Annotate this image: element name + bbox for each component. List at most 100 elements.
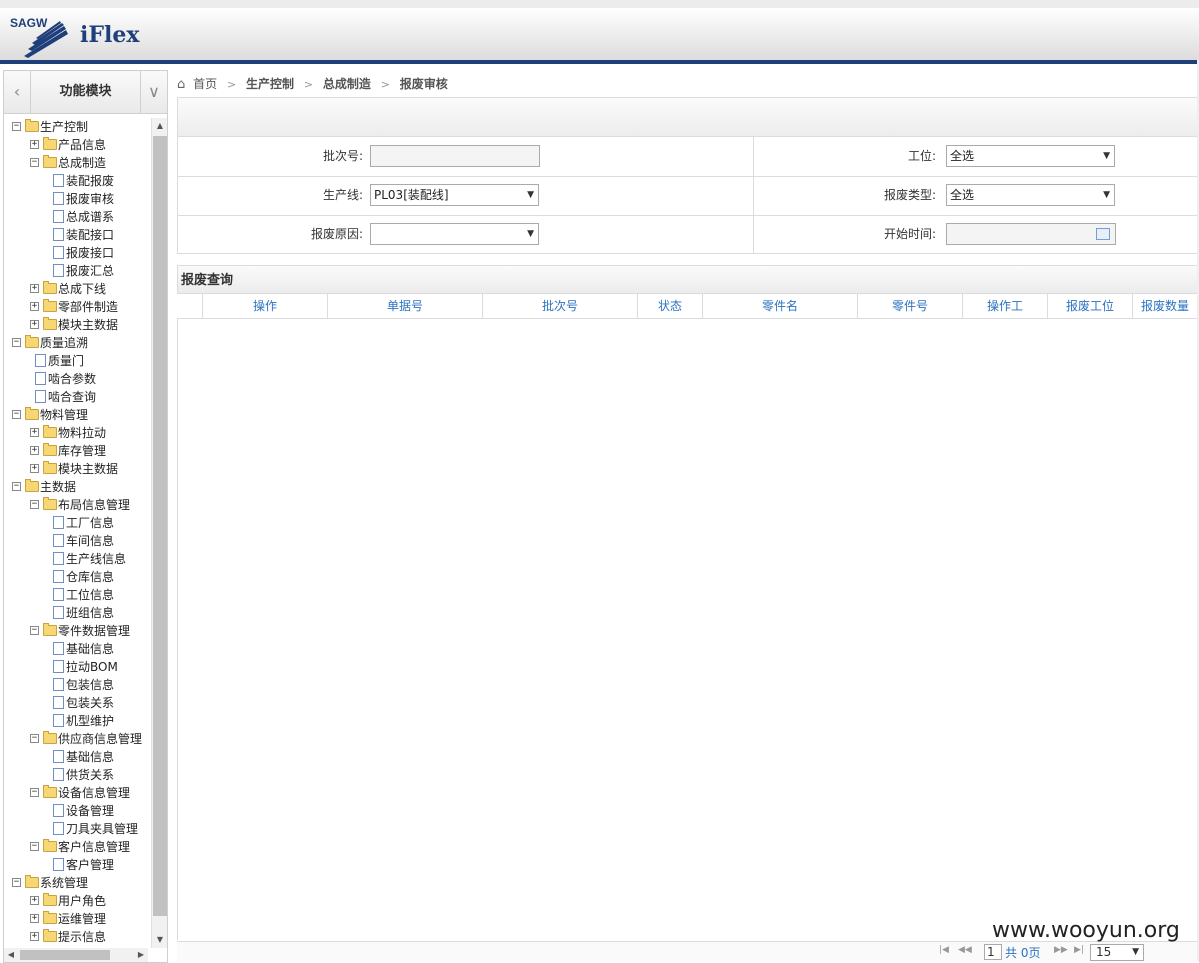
batch-input[interactable] [370, 145, 540, 167]
collapse-toggle-icon[interactable]: − [30, 626, 39, 635]
collapse-toggle-icon[interactable]: − [30, 734, 39, 743]
start-time-input[interactable] [946, 223, 1116, 245]
expand-toggle-icon[interactable]: + [30, 284, 39, 293]
sidebar-item[interactable]: 客户管理 [4, 856, 148, 874]
column-header[interactable]: 零件名 [703, 294, 858, 318]
sidebar-item[interactable]: − 系统管理 [4, 874, 148, 892]
expand-toggle-icon[interactable]: + [30, 320, 39, 329]
collapse-toggle-icon[interactable]: − [12, 410, 21, 419]
collapse-toggle-icon[interactable]: − [12, 122, 21, 131]
collapse-toggle-icon[interactable]: − [30, 158, 39, 167]
last-page-icon[interactable]: ▶| [1074, 945, 1084, 955]
scrap-type-select[interactable]: 全选 ▼ [946, 184, 1115, 206]
column-header[interactable]: 单据号 [328, 294, 483, 318]
scroll-down-icon[interactable]: ▼ [152, 932, 167, 948]
sidebar-item[interactable]: 报废汇总 [4, 262, 148, 280]
sidebar-item[interactable]: 设备管理 [4, 802, 148, 820]
column-header[interactable]: 批次号 [483, 294, 638, 318]
sidebar-item[interactable]: 班组信息 [4, 604, 148, 622]
sidebar-item[interactable]: − 物料管理 [4, 406, 148, 424]
expand-toggle-icon[interactable]: + [30, 464, 39, 473]
sidebar-item[interactable]: − 供应商信息管理 [4, 730, 148, 748]
sidebar-item[interactable]: − 布局信息管理 [4, 496, 148, 514]
sidebar-item[interactable]: 啮合参数 [4, 370, 148, 388]
collapse-toggle-icon[interactable]: − [30, 788, 39, 797]
sidebar-item[interactable]: 车间信息 [4, 532, 148, 550]
column-header[interactable]: 状态 [638, 294, 703, 318]
scrollbar-thumb[interactable] [153, 136, 167, 916]
collapse-toggle-icon[interactable]: − [12, 482, 21, 491]
column-header[interactable]: 报废工位 [1048, 294, 1133, 318]
column-header[interactable]: 操作 [203, 294, 328, 318]
breadcrumb-item[interactable]: 总成制造 [323, 70, 371, 98]
sidebar-item[interactable]: 包装信息 [4, 676, 148, 694]
expand-toggle-icon[interactable]: + [30, 302, 39, 311]
sidebar-item[interactable]: + 零部件制造 [4, 298, 148, 316]
next-page-icon[interactable]: ▶▶ [1054, 945, 1068, 955]
calendar-icon[interactable] [1096, 228, 1110, 240]
column-header[interactable]: 操作工 [963, 294, 1048, 318]
column-header[interactable]: 报废数量 [1133, 294, 1197, 318]
page-size-select[interactable]: 15 ▼ [1090, 944, 1144, 961]
station-select[interactable]: 全选 ▼ [946, 145, 1115, 167]
sidebar-item[interactable]: 仓库信息 [4, 568, 148, 586]
sidebar-item[interactable]: 刀具夹具管理 [4, 820, 148, 838]
sidebar-item[interactable]: 装配报废 [4, 172, 148, 190]
prev-page-icon[interactable]: ◀◀ [958, 945, 972, 955]
sidebar-item[interactable]: 装配接口 [4, 226, 148, 244]
expand-toggle-icon[interactable]: + [30, 446, 39, 455]
scroll-up-icon[interactable]: ▲ [152, 118, 167, 134]
sidebar-item[interactable]: − 总成制造 [4, 154, 148, 172]
sidebar-item[interactable]: + 运维管理 [4, 910, 148, 928]
sidebar-item[interactable]: 拉动BOM [4, 658, 148, 676]
sidebar-item[interactable]: 啮合查询 [4, 388, 148, 406]
column-header[interactable]: 零件号 [858, 294, 963, 318]
sidebar-item[interactable]: − 客户信息管理 [4, 838, 148, 856]
sidebar-item[interactable]: + 总成下线 [4, 280, 148, 298]
sidebar-item[interactable]: − 设备信息管理 [4, 784, 148, 802]
collapse-toggle-icon[interactable]: − [30, 500, 39, 509]
breadcrumb-home[interactable]: 首页 [193, 70, 217, 98]
scrap-reason-select[interactable]: ▼ [370, 223, 539, 245]
sidebar-item[interactable]: − 生产控制 [4, 118, 148, 136]
sidebar-item[interactable]: − 主数据 [4, 478, 148, 496]
home-icon[interactable]: ⌂ [177, 71, 185, 99]
sidebar-item[interactable]: + 用户角色 [4, 892, 148, 910]
sidebar-item[interactable]: 基础信息 [4, 640, 148, 658]
first-page-icon[interactable]: |◀ [939, 945, 949, 955]
sidebar-horizontal-scrollbar[interactable]: ◀ ▶ [4, 948, 148, 962]
sidebar-item[interactable]: 报废审核 [4, 190, 148, 208]
sidebar-item[interactable]: + 产品信息 [4, 136, 148, 154]
scroll-right-icon[interactable]: ▶ [134, 948, 148, 962]
sidebar-item[interactable]: 报废接口 [4, 244, 148, 262]
sidebar-vertical-scrollbar[interactable]: ▲ ▼ [151, 118, 167, 948]
sidebar-item[interactable]: 包装关系 [4, 694, 148, 712]
collapse-toggle-icon[interactable]: − [12, 878, 21, 887]
line-select[interactable]: PL03[装配线] ▼ [370, 184, 539, 206]
breadcrumb-item[interactable]: 生产控制 [246, 70, 294, 98]
sidebar-item[interactable]: 生产线信息 [4, 550, 148, 568]
expand-toggle-icon[interactable]: + [30, 932, 39, 941]
sidebar-item[interactable]: 总成谱系 [4, 208, 148, 226]
chevron-left-icon[interactable]: ‹ [4, 71, 31, 113]
expand-toggle-icon[interactable]: + [30, 140, 39, 149]
sidebar-item[interactable]: 供货关系 [4, 766, 148, 784]
sidebar-item[interactable]: 工位信息 [4, 586, 148, 604]
sidebar-item[interactable]: 工厂信息 [4, 514, 148, 532]
sidebar-item[interactable]: + 模块主数据 [4, 316, 148, 334]
expand-toggle-icon[interactable]: + [30, 428, 39, 437]
sidebar-item[interactable]: + 提示信息 [4, 928, 148, 946]
sidebar-item[interactable]: − 质量追溯 [4, 334, 148, 352]
scroll-left-icon[interactable]: ◀ [4, 948, 18, 962]
sidebar-item[interactable]: 机型维护 [4, 712, 148, 730]
sidebar-item[interactable]: + 库存管理 [4, 442, 148, 460]
expand-toggle-icon[interactable]: + [30, 896, 39, 905]
chevron-down-icon[interactable]: ∨ [140, 71, 167, 113]
collapse-toggle-icon[interactable]: − [30, 842, 39, 851]
page-number-input[interactable]: 1 [984, 944, 1002, 960]
collapse-toggle-icon[interactable]: − [12, 338, 21, 347]
scrollbar-thumb[interactable] [20, 950, 110, 960]
expand-toggle-icon[interactable]: + [30, 914, 39, 923]
sidebar-item[interactable]: + 模块主数据 [4, 460, 148, 478]
sidebar-item[interactable]: 质量门 [4, 352, 148, 370]
